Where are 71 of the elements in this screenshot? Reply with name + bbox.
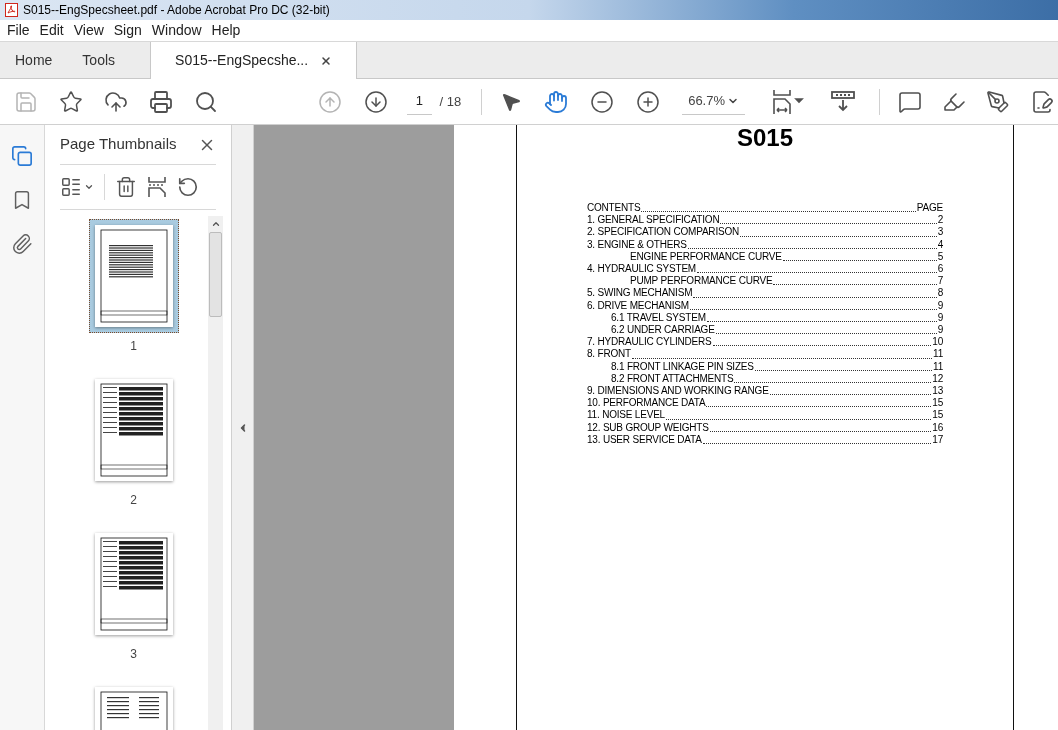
panel-title: Page Thumbnails bbox=[60, 134, 177, 155]
menu-item[interactable]: Help bbox=[206, 20, 246, 41]
rotate-icon[interactable] bbox=[177, 176, 199, 198]
menu-item[interactable]: View bbox=[68, 20, 109, 41]
toc-entry: PUMP PERFORMANCE CURVE bbox=[630, 275, 773, 288]
toc-page-number: 5 bbox=[937, 250, 943, 263]
toc-entry: 6.2 UNDER CARRIAGE bbox=[611, 324, 715, 337]
toc-page-number: 17 bbox=[932, 433, 943, 447]
toc-entry: 10. PERFORMANCE DATA bbox=[587, 397, 706, 410]
page-label: 3 bbox=[130, 646, 137, 663]
page-number-field[interactable]: 1 bbox=[407, 88, 432, 115]
toc-entry: 3. ENGINE & OTHERS bbox=[587, 238, 687, 251]
toc-entry: 2. SPECIFICATION COMPARISON bbox=[587, 226, 740, 239]
page-label: 2 bbox=[130, 492, 137, 509]
toc-page-number: 4 bbox=[937, 238, 943, 251]
toc-page-number: 11 bbox=[933, 348, 943, 361]
toc-page-number: 13 bbox=[932, 385, 943, 398]
menu-item[interactable]: Edit bbox=[34, 20, 69, 41]
toc-page-number: 6 bbox=[937, 263, 943, 276]
page-thumbnail[interactable] bbox=[88, 219, 179, 333]
menu-item[interactable]: Window bbox=[146, 20, 207, 41]
scrollbar[interactable] bbox=[208, 216, 223, 730]
toc-page-number: 15 bbox=[932, 409, 943, 422]
page-column-heading: PAGE bbox=[916, 202, 943, 215]
toc-entry: 13. USER SERVICE DATA bbox=[587, 433, 702, 447]
toc-page-number: 9 bbox=[937, 299, 943, 312]
menu-item[interactable]: Sign bbox=[108, 20, 147, 41]
toc-entry: 6.1 TRAVEL SYSTEM bbox=[611, 311, 706, 325]
pages-icon[interactable] bbox=[11, 145, 33, 167]
toc-page-number: 11 bbox=[933, 360, 943, 373]
document-heading: S015 bbox=[736, 126, 794, 150]
toc-page-number: 3 bbox=[937, 226, 943, 239]
tab[interactable]: S015--EngSpecshe... bbox=[150, 42, 358, 79]
toc-page-number: 12 bbox=[932, 372, 943, 386]
page-label: 1 bbox=[130, 338, 137, 355]
scrollbar-thumb[interactable] bbox=[209, 232, 222, 317]
tab[interactable]: Tools bbox=[67, 42, 131, 78]
toc-entry: 12. SUB GROUP WEIGHTS bbox=[587, 421, 709, 434]
caret-icon bbox=[84, 182, 94, 192]
toc-page-number: 15 bbox=[932, 397, 943, 410]
toc-page-number: 9 bbox=[937, 324, 943, 337]
zoom-dropdown[interactable]: 66.7% bbox=[682, 88, 746, 115]
toc-entry: 5. SWING MECHANISM bbox=[587, 287, 693, 300]
window-title: S015--EngSpecsheet.pdf - Adobe Acrobat Pro DC (32-bit) bbox=[23, 2, 330, 19]
toc-page-number: 7 bbox=[937, 275, 943, 288]
menu-item[interactable]: File bbox=[2, 20, 35, 41]
toc-entry: 7. HYDRAULIC CYLINDERS bbox=[587, 336, 712, 349]
scroll-up-icon[interactable] bbox=[210, 219, 221, 229]
tab[interactable]: Home bbox=[0, 42, 68, 78]
toc-page-number: 10 bbox=[932, 336, 943, 349]
trash-icon[interactable] bbox=[115, 176, 137, 198]
toc-entry: 11. NOISE LEVEL bbox=[587, 409, 665, 422]
toc-page-number: 9 bbox=[937, 311, 943, 325]
toc-entry: 1. GENERAL SPECIFICATION bbox=[587, 214, 720, 227]
options-dropdown[interactable] bbox=[60, 176, 94, 198]
toc-entry: 8.1 FRONT LINKAGE PIN SIZES bbox=[611, 360, 754, 373]
extract-page-icon[interactable] bbox=[147, 176, 167, 198]
toc-page-number: 2 bbox=[937, 214, 943, 227]
toc-entry: ENGINE PERFORMANCE CURVE bbox=[630, 250, 782, 263]
pdf-icon bbox=[5, 3, 18, 17]
toc-page-number: 8 bbox=[937, 287, 943, 300]
paperclip-icon[interactable] bbox=[11, 233, 33, 255]
toc-entry: 4. HYDRAULIC SYSTEM bbox=[587, 263, 696, 276]
toc-entry: 8.2 FRONT ATTACHMENTS bbox=[611, 372, 734, 386]
toc-entry: 9. DIMENSIONS AND WORKING RANGE bbox=[587, 385, 769, 398]
page-total: / 18 bbox=[439, 92, 462, 111]
contents-heading: CONTENTS bbox=[587, 202, 641, 215]
toc-page-number: 16 bbox=[932, 421, 943, 434]
toc-entry: 6. DRIVE MECHANISM bbox=[587, 299, 689, 312]
close-icon[interactable] bbox=[320, 54, 333, 67]
toc-entry: 8. FRONT bbox=[587, 348, 631, 361]
